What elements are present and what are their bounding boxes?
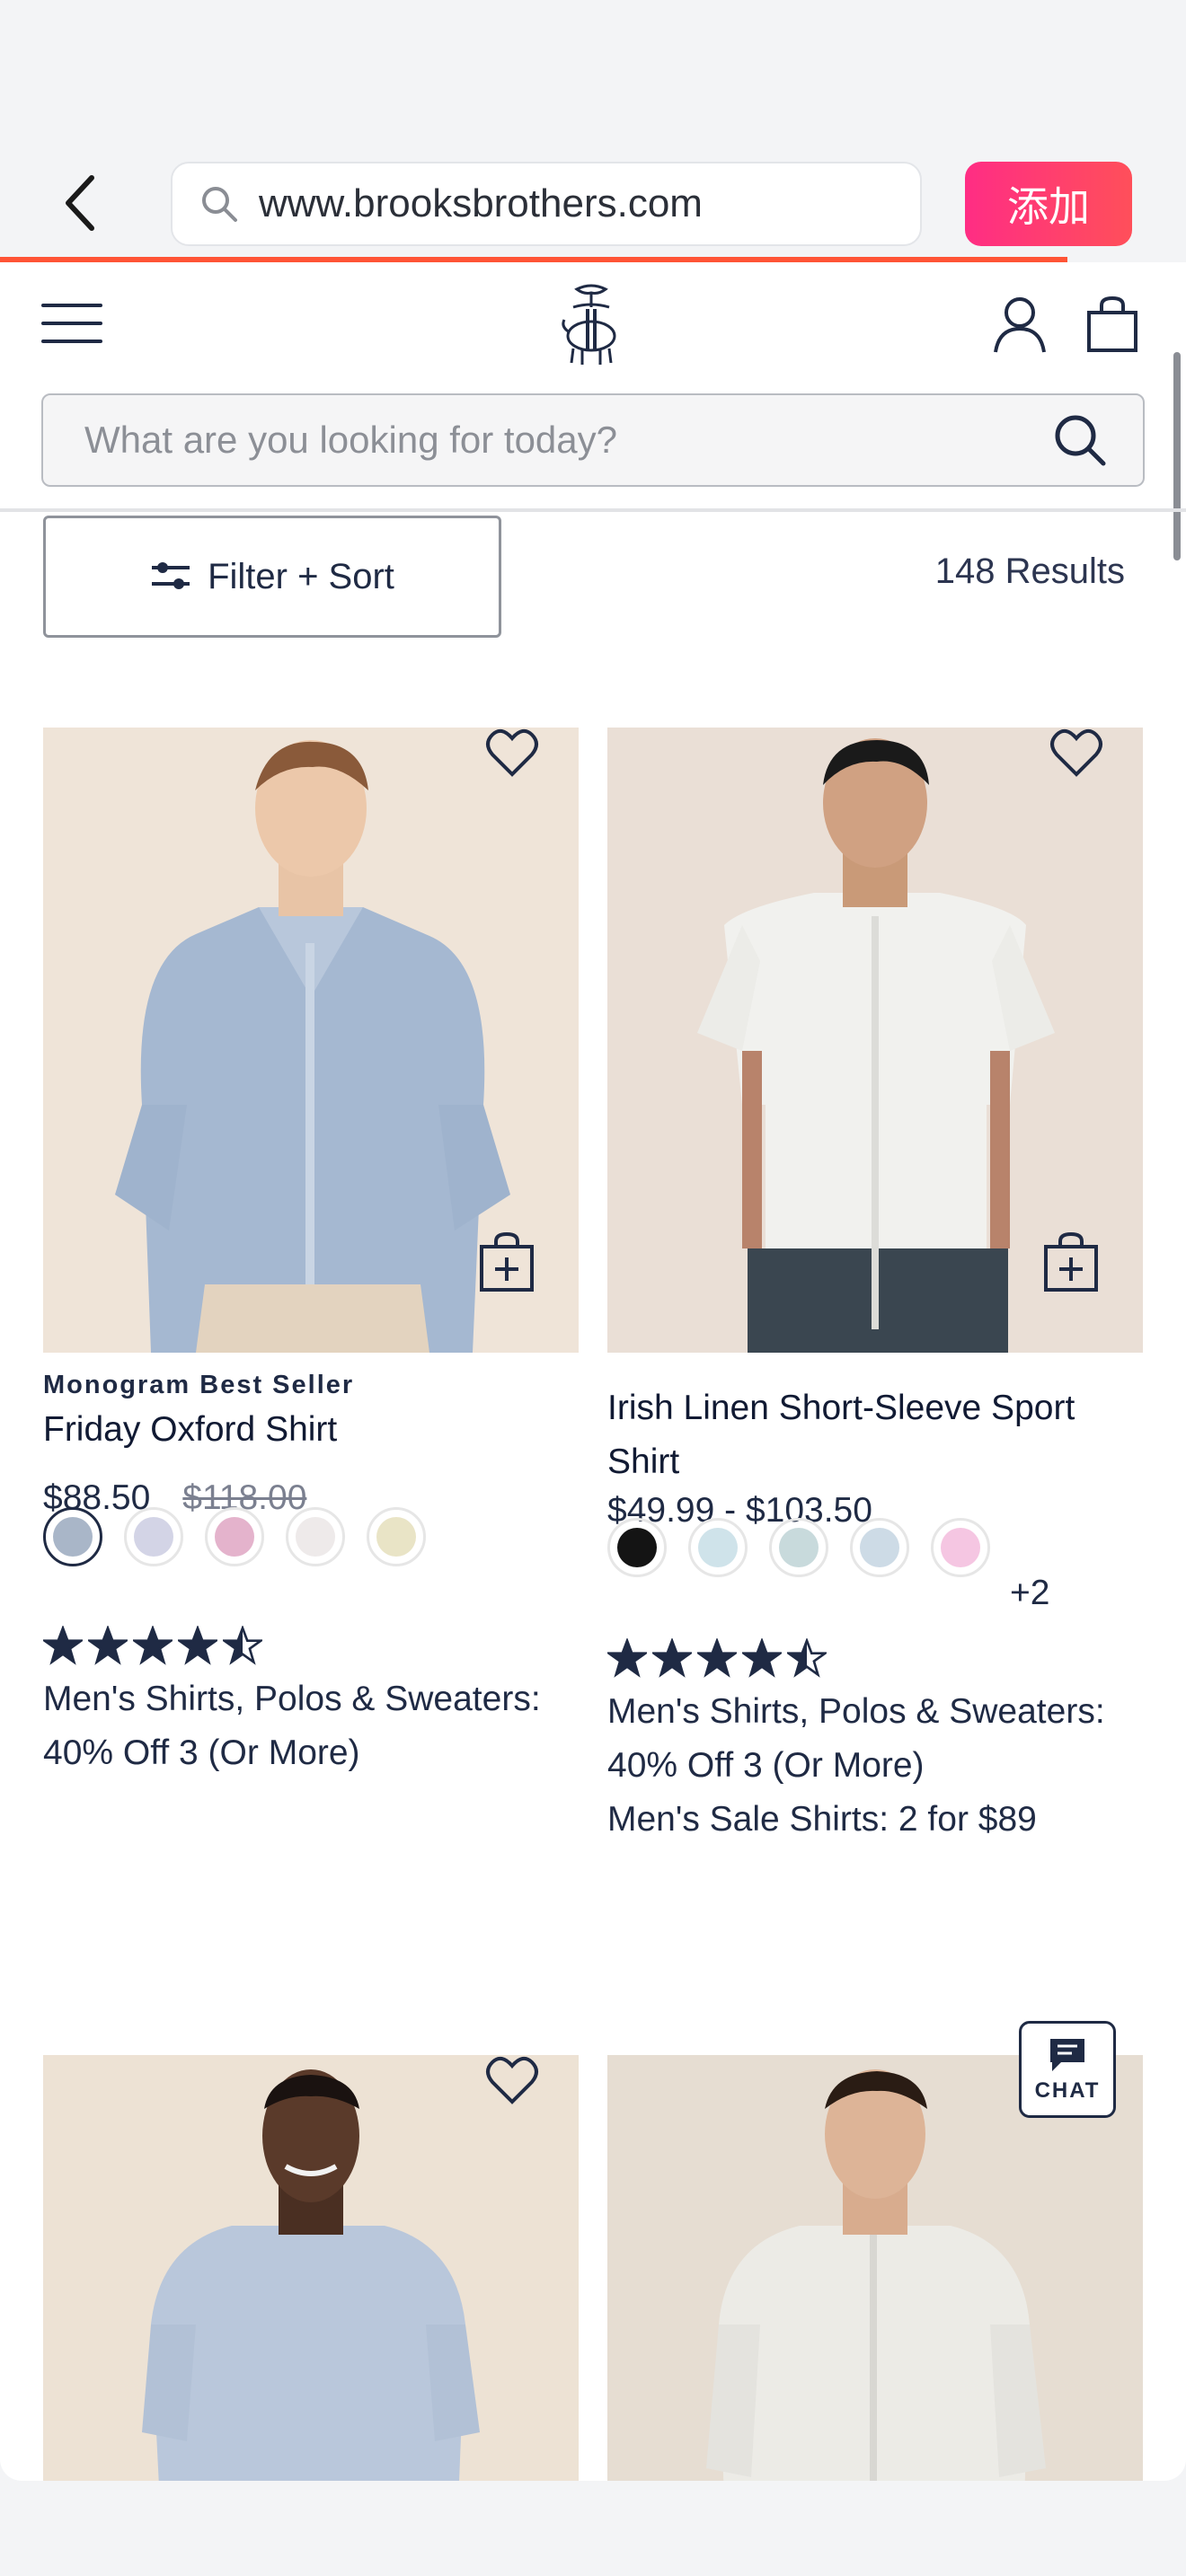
add-button[interactable]: 添加 <box>965 162 1132 246</box>
chevron-left-icon <box>66 175 94 231</box>
product-badge: Monogram Best Seller <box>43 1371 355 1399</box>
star-icon <box>787 1638 827 1678</box>
quick-add-bag-icon[interactable] <box>478 1231 535 1293</box>
color-swatch-fill <box>617 1528 657 1567</box>
star-icon <box>88 1626 128 1665</box>
promo-list: Men's Shirts, Polos & Sweaters: 40% Off … <box>43 1672 582 1780</box>
menu-icon[interactable] <box>41 304 104 343</box>
color-swatch[interactable] <box>367 1507 426 1566</box>
color-swatch[interactable] <box>286 1507 345 1566</box>
search-placeholder: What are you looking for today? <box>84 419 618 461</box>
color-swatch-fill <box>941 1528 980 1567</box>
product-name[interactable]: Irish Linen Short-Sleeve Sport Shirt <box>607 1381 1143 1489</box>
product-image[interactable] <box>43 728 579 1353</box>
color-swatch[interactable] <box>43 1507 102 1566</box>
wishlist-heart-icon[interactable] <box>485 728 539 778</box>
star-icon <box>43 1626 83 1665</box>
promo-text: Men's Sale Shirts: 2 for $89 <box>607 1800 1037 1839</box>
search-icon[interactable] <box>1051 411 1109 469</box>
star-rating <box>43 1626 262 1671</box>
star-rating <box>607 1638 827 1683</box>
results-count: 148 Results <box>934 551 1125 591</box>
star-icon <box>607 1638 647 1678</box>
color-swatch[interactable] <box>931 1518 990 1577</box>
star-icon <box>133 1626 173 1665</box>
color-swatch-fill <box>376 1517 416 1557</box>
back-button[interactable] <box>54 171 104 235</box>
sliders-icon <box>152 562 190 589</box>
color-swatch[interactable] <box>124 1507 183 1566</box>
web-page: What are you looking for today? Filter +… <box>0 262 1186 2481</box>
header-divider <box>0 508 1186 512</box>
chat-bubble-icon <box>1050 2039 1084 2071</box>
promo-text: Men's Shirts, Polos & Sweaters: 40% Off … <box>43 1680 541 1772</box>
color-swatch[interactable] <box>607 1518 667 1577</box>
color-swatch-fill <box>296 1517 335 1557</box>
browser-toolbar: www.brooksbrothers.com 添加 <box>0 0 1186 262</box>
color-swatch-fill <box>779 1528 819 1567</box>
product-name[interactable]: Friday Oxford Shirt <box>43 1403 579 1457</box>
color-swatch[interactable] <box>850 1518 909 1577</box>
product-card[interactable] <box>43 2055 579 2481</box>
filter-sort-label: Filter + Sort <box>208 556 394 596</box>
wishlist-heart-icon[interactable] <box>1049 728 1103 778</box>
address-bar[interactable]: www.brooksbrothers.com <box>171 162 922 246</box>
promo-text: Men's Shirts, Polos & Sweaters: 40% Off … <box>607 1692 1105 1785</box>
url-text: www.brooksbrothers.com <box>259 181 703 225</box>
color-swatch-fill <box>134 1517 173 1557</box>
product-card[interactable]: Monogram Best Seller Friday Oxford Shirt… <box>43 728 579 1772</box>
product-image[interactable] <box>607 728 1143 1353</box>
star-icon <box>652 1638 692 1678</box>
quick-add-bag-icon[interactable] <box>1042 1231 1100 1293</box>
filter-sort-button[interactable]: Filter + Sort <box>43 516 501 638</box>
brooks-brothers-logo[interactable] <box>552 282 631 368</box>
site-search-field[interactable]: What are you looking for today? <box>41 393 1145 487</box>
product-image[interactable] <box>607 2055 1143 2481</box>
color-swatch-fill <box>860 1528 899 1567</box>
chat-label: CHAT <box>1034 2078 1101 2103</box>
product-card[interactable] <box>607 2055 1143 2481</box>
shopping-bag-icon[interactable] <box>1085 295 1139 354</box>
color-swatch-fill <box>698 1528 738 1567</box>
search-icon <box>198 182 241 225</box>
promo-list: Men's Shirts, Polos & Sweaters: 40% Off … <box>607 1685 1146 1847</box>
star-icon <box>223 1626 262 1665</box>
color-swatch[interactable] <box>769 1518 828 1577</box>
color-swatch[interactable] <box>688 1518 748 1577</box>
product-card[interactable]: Irish Linen Short-Sleeve Sport Shirt $49… <box>607 728 1143 1839</box>
wishlist-heart-icon[interactable] <box>485 2055 539 2105</box>
product-image[interactable] <box>43 2055 579 2481</box>
star-icon <box>697 1638 737 1678</box>
scrollbar[interactable] <box>1173 352 1181 560</box>
account-icon[interactable] <box>992 295 1048 354</box>
color-swatch-fill <box>215 1517 254 1557</box>
star-icon <box>178 1626 217 1665</box>
color-swatch-fill <box>53 1517 93 1557</box>
color-swatch[interactable] <box>205 1507 264 1566</box>
chat-button[interactable]: CHAT <box>1019 2021 1116 2118</box>
star-icon <box>742 1638 782 1678</box>
more-colors-label[interactable]: +2 <box>1010 1574 1049 1613</box>
